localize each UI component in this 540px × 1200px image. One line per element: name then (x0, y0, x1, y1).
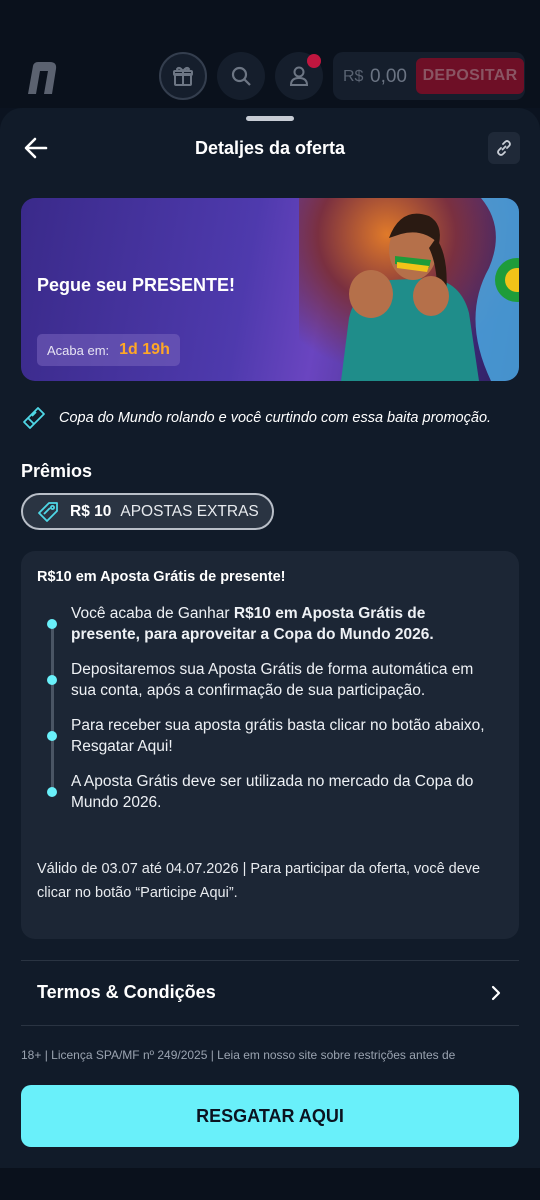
detail-item: Você acaba de Ganhar R$10 em Aposta Grát… (71, 605, 434, 643)
gift-icon (173, 66, 193, 86)
logo-icon[interactable] (24, 58, 60, 96)
validity-text: Válido de 03.07 até 04.07.2026 | Para pa… (37, 861, 481, 901)
currency-label: R$ (343, 68, 364, 85)
promo-banner: Pegue seu PRESENTE! Acaba em: 1d 19h (21, 198, 519, 381)
prize-type: APOSTAS EXTRAS (120, 502, 259, 520)
user-icon (289, 66, 309, 86)
gift-button[interactable] (159, 52, 207, 100)
timeline-dot (47, 619, 57, 629)
terms-row[interactable]: Termos & Condições (21, 960, 519, 1025)
description-text: Copa do Mundo rolando e você curtindo co… (59, 410, 492, 426)
system-nav-bar (0, 1168, 540, 1200)
player-illustration (341, 198, 519, 381)
terms-label: Termos & Condições (37, 982, 216, 1002)
share-link-button[interactable] (488, 132, 520, 164)
timeline-dot (47, 731, 57, 741)
detail-item: A Aposta Grátis deve ser utilizada no me… (71, 773, 474, 811)
detail-item: Depositaremos sua Aposta Grátis de forma… (71, 661, 474, 699)
link-icon (497, 140, 511, 156)
search-icon (231, 66, 251, 86)
notification-dot (307, 54, 321, 68)
chevron-right-icon (491, 985, 501, 1000)
offer-details-card: R$10 em Aposta Grátis de presente! Você … (21, 551, 519, 939)
timer-value: 1d 19h (119, 341, 170, 358)
offer-description: Copa do Mundo rolando e você curtindo co… (21, 405, 491, 431)
details-title: R$10 em Aposta Grátis de presente! (37, 569, 286, 585)
banner-title: Pegue seu PRESENTE! (37, 275, 236, 295)
sheet-drag-handle[interactable] (246, 116, 294, 121)
tag-icon (38, 501, 58, 522)
countdown-timer: Acaba em: 1d 19h (37, 334, 180, 366)
prize-amount: R$ 10 (70, 502, 112, 520)
search-button[interactable] (217, 52, 265, 100)
page-title: Detaljes da oferta (194, 138, 346, 158)
redeem-button[interactable]: RESGATAR AQUI (21, 1085, 519, 1147)
timeline-dot (47, 675, 57, 685)
top-bar: R$ 0,00 DEPOSITAR (0, 0, 540, 108)
detail-item: Para receber sua aposta grátis basta cli… (71, 717, 485, 755)
offer-details-sheet: Detaljes da oferta Pegue seu PRESENTE! A… (0, 108, 540, 1168)
divider (21, 1025, 519, 1026)
prizes-heading: Prêmios (21, 461, 93, 481)
prize-chip: R$ 10 APOSTAS EXTRAS (21, 493, 274, 530)
balance-value: 0,00 (370, 66, 407, 87)
timeline-dot (47, 787, 57, 797)
legal-disclaimer: 18+ | Licença SPA/MF nº 249/2025 | Leia … (21, 1048, 456, 1062)
ticket-icon (23, 407, 45, 429)
timeline-line (51, 621, 54, 793)
deposit-button[interactable]: DEPOSITAR (416, 58, 524, 94)
timer-label: Acaba em: (47, 342, 110, 358)
